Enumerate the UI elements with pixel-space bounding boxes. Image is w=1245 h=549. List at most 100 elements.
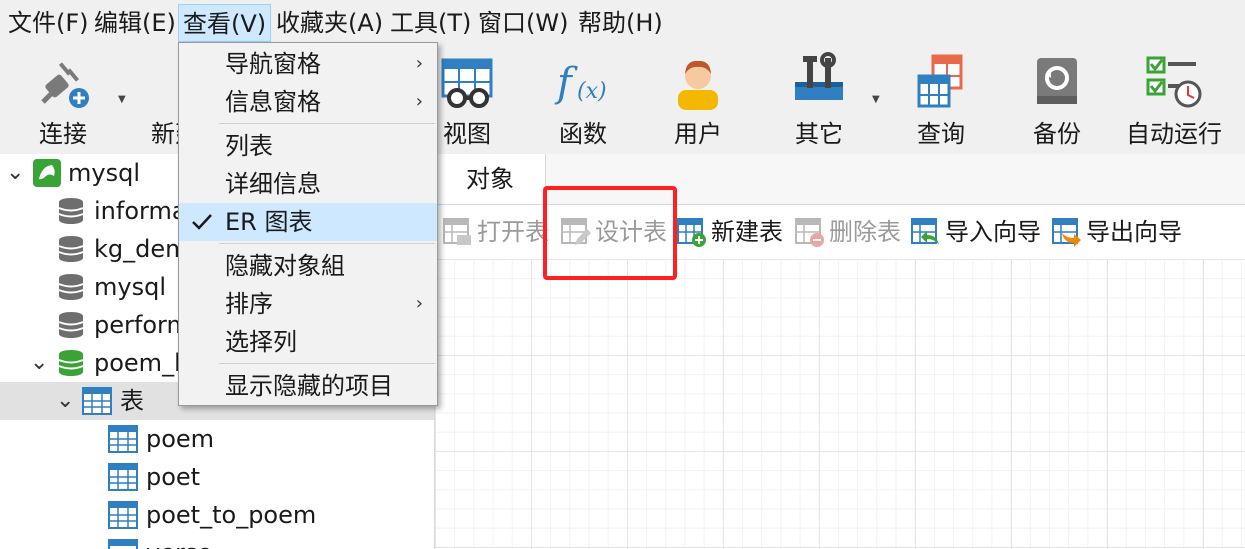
annotation-highlight-box: [543, 186, 677, 280]
menu-item-label: 显示隐藏的项目: [225, 372, 393, 400]
tree-item-label: 表: [120, 387, 144, 415]
tree-item-label: verse: [146, 536, 212, 549]
svg-text:(x): (x): [577, 79, 607, 104]
backup-label: 备份: [1033, 120, 1081, 148]
tree-item-table[interactable]: verse: [0, 534, 434, 549]
database-icon: [58, 198, 84, 224]
new-table-icon: [677, 218, 706, 247]
auto-run-button[interactable]: 自动运行: [1118, 46, 1230, 154]
menu-bar: 文件(F) 编辑(E) 查看(V) 收藏夹(A) 工具(T) 窗口(W) 帮助(…: [0, 0, 1245, 46]
menu-separator: [219, 363, 435, 364]
table-icon: [82, 387, 112, 415]
others-label: 其它: [795, 120, 843, 148]
tools-icon: [795, 52, 843, 100]
svg-text:f: f: [554, 60, 578, 106]
user-label: 用户: [674, 120, 722, 148]
tree-item-label: mysql: [94, 273, 166, 301]
database-icon: [58, 312, 84, 338]
menu-favorites[interactable]: 收藏夹(A): [272, 4, 387, 42]
menu-item-label: 排序: [225, 290, 273, 318]
function-label: 函数: [559, 120, 607, 148]
others-dropdown-caret[interactable]: ▼: [872, 94, 880, 105]
menu-item-show-hidden[interactable]: 显示隐藏的项目: [179, 367, 437, 405]
delete-table-label: 删除表: [829, 218, 901, 246]
tree-item-table[interactable]: poem: [0, 420, 434, 458]
menu-item-navigation-pane[interactable]: 导航窗格 ›: [179, 45, 437, 83]
backup-button[interactable]: 备份: [1002, 46, 1112, 154]
chevron-right-icon: ›: [415, 53, 423, 74]
delete-table-icon: [795, 218, 824, 247]
tree-item-table[interactable]: poet_to_poem: [0, 496, 434, 534]
menu-item-label: ER 图表: [225, 208, 313, 236]
export-wizard-icon: [1052, 218, 1081, 247]
tree-item-label: mysql: [68, 159, 140, 187]
delete-table-button[interactable]: 删除表: [795, 215, 907, 251]
chevron-right-icon: ›: [415, 293, 423, 314]
table-icon: [108, 501, 138, 529]
menu-window[interactable]: 窗口(W): [474, 4, 572, 42]
menu-edit[interactable]: 编辑(E): [90, 4, 180, 42]
table-icon: [108, 425, 138, 453]
er-diagram-canvas[interactable]: [435, 259, 1245, 549]
chevron-down-icon[interactable]: ⌄: [56, 388, 74, 413]
menu-tools[interactable]: 工具(T): [386, 4, 475, 42]
open-table-icon: [443, 218, 471, 245]
menu-item-info-pane[interactable]: 信息窗格 ›: [179, 83, 437, 121]
table-icon: [108, 463, 138, 491]
menu-separator: [219, 123, 435, 124]
menu-help[interactable]: 帮助(H): [574, 4, 667, 42]
tree-item-label: perform: [94, 311, 190, 339]
query-button[interactable]: 查询: [886, 46, 996, 154]
menu-item-label: 详细信息: [225, 170, 321, 198]
view-menu-dropdown: 导航窗格 › 信息窗格 › 列表 详细信息 ER 图表 隐藏对象組 排序 › 选…: [178, 42, 438, 406]
menu-item-label: 列表: [225, 132, 273, 160]
menu-view[interactable]: 查看(V): [178, 4, 272, 42]
menu-item-label: 信息窗格: [225, 88, 321, 116]
menu-item-label: 导航窗格: [225, 50, 321, 78]
import-wizard-label: 导入向导: [945, 218, 1041, 246]
user-icon: [678, 60, 718, 110]
plug-connect-icon: [41, 62, 89, 108]
database-icon: [58, 274, 84, 300]
function-button[interactable]: f (x) 函数: [528, 46, 638, 154]
new-table-button[interactable]: 新建表: [677, 215, 789, 251]
menu-item-list[interactable]: 列表: [179, 127, 437, 165]
chevron-right-icon: ›: [415, 91, 423, 112]
chevron-down-icon[interactable]: ⌄: [30, 350, 48, 375]
menu-item-select-columns[interactable]: 选择列: [179, 323, 437, 361]
menu-separator: [219, 243, 435, 244]
tree-item-label: poet: [146, 463, 201, 491]
open-table-button[interactable]: 打开表: [443, 215, 553, 251]
export-wizard-label: 导出向导: [1086, 218, 1182, 246]
chevron-down-icon[interactable]: ⌄: [6, 160, 24, 185]
others-button[interactable]: 其它: [764, 46, 874, 154]
auto-run-label: 自动运行: [1126, 120, 1222, 148]
menu-item-er-diagram[interactable]: ER 图表: [179, 203, 437, 241]
tree-item-label: kg_dem: [94, 235, 189, 263]
function-icon: f (x): [554, 60, 607, 106]
query-label: 查询: [917, 120, 965, 148]
backup-icon: [1037, 58, 1077, 104]
tree-item-table[interactable]: poet: [0, 458, 434, 496]
tree-item-label: poet_to_poem: [146, 501, 317, 529]
connect-button[interactable]: 连接: [8, 46, 118, 154]
tab-objects[interactable]: 对象: [435, 154, 546, 204]
mysql-connection-icon: [33, 159, 61, 187]
user-button[interactable]: 用户: [643, 46, 753, 154]
database-open-icon: [58, 350, 84, 376]
query-icon: [917, 54, 963, 108]
tree-item-label: poem_k: [94, 349, 188, 377]
menu-file[interactable]: 文件(F): [4, 4, 93, 42]
menu-item-sort[interactable]: 排序 ›: [179, 285, 437, 323]
table-icon: [108, 539, 138, 549]
connect-label: 连接: [39, 120, 87, 148]
database-icon: [58, 236, 84, 262]
menu-item-hide-object-group[interactable]: 隐藏对象組: [179, 247, 437, 285]
export-wizard-button[interactable]: 导出向导: [1052, 215, 1192, 251]
menu-item-details[interactable]: 详细信息: [179, 165, 437, 203]
tree-item-label: poem: [146, 425, 215, 453]
tree-item-label: informa: [94, 197, 187, 225]
checkmark-icon: [192, 214, 212, 230]
import-wizard-button[interactable]: 导入向导: [911, 215, 1047, 251]
new-table-label: 新建表: [711, 218, 783, 246]
